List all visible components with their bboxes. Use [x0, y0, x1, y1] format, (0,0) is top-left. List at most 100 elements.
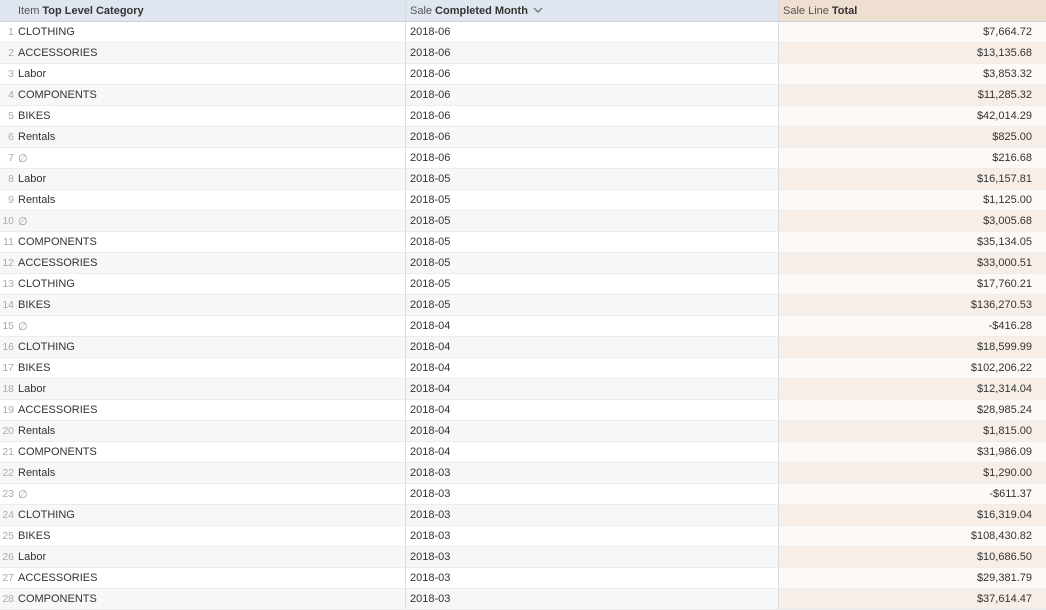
cell-top-level-category[interactable]: COMPONENTS — [17, 85, 406, 105]
cell-top-level-category[interactable]: COMPONENTS — [17, 589, 406, 609]
cell-top-level-category[interactable]: Labor — [17, 169, 406, 189]
cell-completed-month[interactable]: 2018-03 — [406, 505, 779, 525]
cell-top-level-category[interactable]: COMPONENTS — [17, 232, 406, 252]
column-header-completed-month[interactable]: Sale Completed Month — [406, 0, 779, 21]
table-row: 24 CLOTHING 2018-03 $16,319.04 — [0, 505, 1046, 526]
table-row: 19 ACCESSORIES 2018-04 $28,985.24 — [0, 400, 1046, 421]
cell-completed-month[interactable]: 2018-05 — [406, 169, 779, 189]
table-row: 3 Labor 2018-06 $3,853.32 — [0, 64, 1046, 85]
cell-sale-line-total[interactable]: $108,430.82 — [779, 526, 1046, 546]
cell-sale-line-total[interactable]: $33,000.51 — [779, 253, 1046, 273]
cell-sale-line-total[interactable]: $16,157.81 — [779, 169, 1046, 189]
cell-top-level-category[interactable]: CLOTHING — [17, 337, 406, 357]
cell-completed-month[interactable]: 2018-06 — [406, 22, 779, 42]
cell-completed-month[interactable]: 2018-05 — [406, 295, 779, 315]
cell-top-level-category[interactable]: BIKES — [17, 295, 406, 315]
cell-completed-month[interactable]: 2018-06 — [406, 127, 779, 147]
column-header-view-label: Sale — [410, 4, 433, 17]
cell-completed-month[interactable]: 2018-03 — [406, 526, 779, 546]
column-header-view-label: Item — [18, 4, 40, 17]
cell-completed-month[interactable]: 2018-04 — [406, 337, 779, 357]
cell-top-level-category[interactable]: Rentals — [17, 190, 406, 210]
cell-sale-line-total[interactable]: $7,664.72 — [779, 22, 1046, 42]
table-row: 1 CLOTHING 2018-06 $7,664.72 — [0, 22, 1046, 43]
cell-completed-month[interactable]: 2018-03 — [406, 589, 779, 609]
cell-completed-month[interactable]: 2018-05 — [406, 211, 779, 231]
cell-top-level-category[interactable]: ∅ — [17, 211, 406, 231]
cell-top-level-category[interactable]: ∅ — [17, 148, 406, 168]
cell-sale-line-total[interactable]: $12,314.04 — [779, 379, 1046, 399]
cell-sale-line-total[interactable]: $825.00 — [779, 127, 1046, 147]
table-row: 13 CLOTHING 2018-05 $17,760.21 — [0, 274, 1046, 295]
cell-completed-month[interactable]: 2018-05 — [406, 274, 779, 294]
cell-sale-line-total[interactable]: $37,614.47 — [779, 589, 1046, 609]
cell-top-level-category[interactable]: ACCESSORIES — [17, 253, 406, 273]
cell-completed-month[interactable]: 2018-06 — [406, 43, 779, 63]
cell-sale-line-total[interactable]: -$416.28 — [779, 316, 1046, 336]
cell-top-level-category[interactable]: CLOTHING — [17, 22, 406, 42]
table-row: 25 BIKES 2018-03 $108,430.82 — [0, 526, 1046, 547]
cell-completed-month[interactable]: 2018-05 — [406, 253, 779, 273]
table-row: 21 COMPONENTS 2018-04 $31,986.09 — [0, 442, 1046, 463]
cell-sale-line-total[interactable]: $13,135.68 — [779, 43, 1046, 63]
cell-completed-month[interactable]: 2018-06 — [406, 148, 779, 168]
cell-top-level-category[interactable]: ∅ — [17, 316, 406, 336]
cell-top-level-category[interactable]: Rentals — [17, 127, 406, 147]
cell-sale-line-total[interactable]: $102,206.22 — [779, 358, 1046, 378]
cell-sale-line-total[interactable]: $31,986.09 — [779, 442, 1046, 462]
cell-sale-line-total[interactable]: $42,014.29 — [779, 106, 1046, 126]
cell-sale-line-total[interactable]: $17,760.21 — [779, 274, 1046, 294]
cell-top-level-category[interactable]: COMPONENTS — [17, 442, 406, 462]
cell-sale-line-total[interactable]: $16,319.04 — [779, 505, 1046, 525]
cell-top-level-category[interactable]: Labor — [17, 64, 406, 84]
cell-sale-line-total[interactable]: -$611.37 — [779, 484, 1046, 504]
cell-top-level-category[interactable]: Labor — [17, 547, 406, 567]
cell-top-level-category[interactable]: Rentals — [17, 463, 406, 483]
cell-top-level-category[interactable]: BIKES — [17, 106, 406, 126]
cell-top-level-category[interactable]: CLOTHING — [17, 274, 406, 294]
cell-completed-month[interactable]: 2018-04 — [406, 358, 779, 378]
cell-completed-month[interactable]: 2018-04 — [406, 400, 779, 420]
cell-completed-month[interactable]: 2018-06 — [406, 64, 779, 84]
cell-completed-month[interactable]: 2018-04 — [406, 379, 779, 399]
cell-top-level-category[interactable]: ACCESSORIES — [17, 43, 406, 63]
chevron-down-icon[interactable] — [533, 7, 543, 14]
cell-completed-month[interactable]: 2018-06 — [406, 85, 779, 105]
cell-sale-line-total[interactable]: $28,985.24 — [779, 400, 1046, 420]
cell-completed-month[interactable]: 2018-03 — [406, 568, 779, 588]
cell-completed-month[interactable]: 2018-03 — [406, 484, 779, 504]
cell-top-level-category[interactable]: ∅ — [17, 484, 406, 504]
cell-top-level-category[interactable]: Rentals — [17, 421, 406, 441]
cell-completed-month[interactable]: 2018-05 — [406, 232, 779, 252]
cell-top-level-category[interactable]: CLOTHING — [17, 505, 406, 525]
cell-sale-line-total[interactable]: $1,125.00 — [779, 190, 1046, 210]
column-header-sale-line-total[interactable]: Sale Line Total — [779, 0, 1046, 21]
cell-sale-line-total[interactable]: $35,134.05 — [779, 232, 1046, 252]
cell-sale-line-total[interactable]: $3,853.32 — [779, 64, 1046, 84]
cell-sale-line-total[interactable]: $136,270.53 — [779, 295, 1046, 315]
row-number: 13 — [2, 278, 14, 290]
cell-completed-month[interactable]: 2018-04 — [406, 421, 779, 441]
cell-top-level-category[interactable]: Labor — [17, 379, 406, 399]
cell-completed-month[interactable]: 2018-04 — [406, 442, 779, 462]
column-header-top-level-category[interactable]: Item Top Level Category — [17, 0, 406, 21]
cell-completed-month[interactable]: 2018-03 — [406, 463, 779, 483]
cell-sale-line-total[interactable]: $3,005.68 — [779, 211, 1046, 231]
cell-completed-month[interactable]: 2018-04 — [406, 316, 779, 336]
cell-sale-line-total[interactable]: $18,599.99 — [779, 337, 1046, 357]
row-number: 24 — [2, 509, 14, 521]
cell-sale-line-total[interactable]: $11,285.32 — [779, 85, 1046, 105]
cell-top-level-category[interactable]: ACCESSORIES — [17, 568, 406, 588]
cell-top-level-category[interactable]: BIKES — [17, 358, 406, 378]
cell-sale-line-total[interactable]: $1,815.00 — [779, 421, 1046, 441]
cell-completed-month[interactable]: 2018-03 — [406, 547, 779, 567]
cell-sale-line-total[interactable]: $216.68 — [779, 148, 1046, 168]
column-header-field-label: Top Level Category — [42, 4, 144, 17]
cell-sale-line-total[interactable]: $10,686.50 — [779, 547, 1046, 567]
cell-completed-month[interactable]: 2018-05 — [406, 190, 779, 210]
cell-top-level-category[interactable]: ACCESSORIES — [17, 400, 406, 420]
cell-sale-line-total[interactable]: $29,381.79 — [779, 568, 1046, 588]
cell-completed-month[interactable]: 2018-06 — [406, 106, 779, 126]
cell-sale-line-total[interactable]: $1,290.00 — [779, 463, 1046, 483]
cell-top-level-category[interactable]: BIKES — [17, 526, 406, 546]
